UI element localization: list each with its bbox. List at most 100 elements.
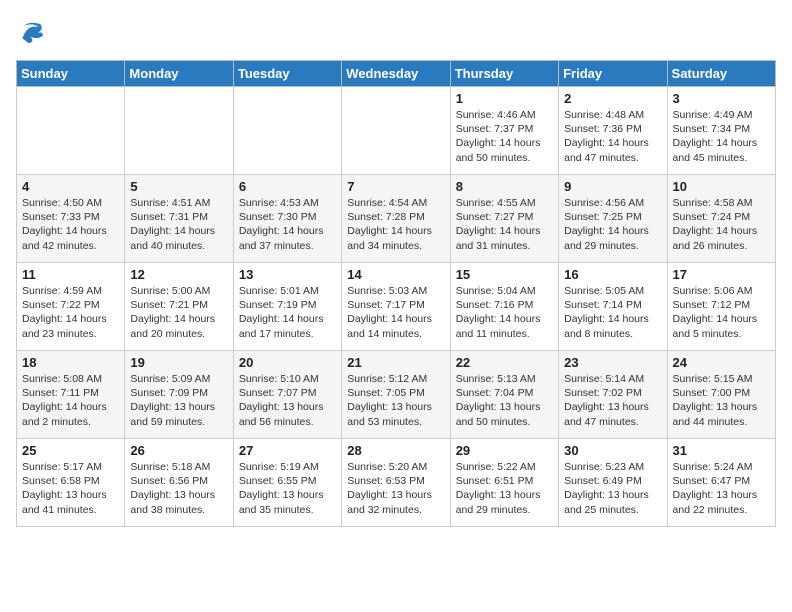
day-info: Sunrise: 5:20 AM: [347, 460, 444, 474]
calendar-day: 13Sunrise: 5:01 AMSunset: 7:19 PMDayligh…: [233, 263, 341, 351]
calendar-day: 9Sunrise: 4:56 AMSunset: 7:25 PMDaylight…: [559, 175, 667, 263]
day-number: 2: [564, 91, 661, 106]
day-info: Daylight: 14 hours and 11 minutes.: [456, 312, 553, 340]
calendar-day: 14Sunrise: 5:03 AMSunset: 7:17 PMDayligh…: [342, 263, 450, 351]
calendar-day: 16Sunrise: 5:05 AMSunset: 7:14 PMDayligh…: [559, 263, 667, 351]
calendar-day: [233, 87, 341, 175]
calendar-day: 20Sunrise: 5:10 AMSunset: 7:07 PMDayligh…: [233, 351, 341, 439]
day-info: Sunrise: 4:46 AM: [456, 108, 553, 122]
day-number: 20: [239, 355, 336, 370]
day-number: 6: [239, 179, 336, 194]
day-info: Sunrise: 5:14 AM: [564, 372, 661, 386]
day-info: Sunrise: 4:54 AM: [347, 196, 444, 210]
day-info: Sunrise: 4:49 AM: [673, 108, 770, 122]
day-info: Sunset: 7:31 PM: [130, 210, 227, 224]
day-info: Sunset: 6:55 PM: [239, 474, 336, 488]
calendar-day: 6Sunrise: 4:53 AMSunset: 7:30 PMDaylight…: [233, 175, 341, 263]
day-info: Sunset: 7:05 PM: [347, 386, 444, 400]
day-info: Sunset: 7:09 PM: [130, 386, 227, 400]
day-info: Sunset: 6:49 PM: [564, 474, 661, 488]
day-info: Sunset: 7:17 PM: [347, 298, 444, 312]
day-info: Sunset: 7:25 PM: [564, 210, 661, 224]
day-info: Sunset: 7:24 PM: [673, 210, 770, 224]
day-number: 12: [130, 267, 227, 282]
day-info: Sunrise: 5:10 AM: [239, 372, 336, 386]
weekday-sunday: Sunday: [17, 61, 125, 87]
calendar-day: 22Sunrise: 5:13 AMSunset: 7:04 PMDayligh…: [450, 351, 558, 439]
day-info: Sunrise: 5:13 AM: [456, 372, 553, 386]
day-number: 13: [239, 267, 336, 282]
day-number: 23: [564, 355, 661, 370]
day-info: Sunset: 7:27 PM: [456, 210, 553, 224]
day-number: 5: [130, 179, 227, 194]
day-info: Sunrise: 4:56 AM: [564, 196, 661, 210]
day-info: Sunrise: 4:51 AM: [130, 196, 227, 210]
day-info: Sunset: 7:28 PM: [347, 210, 444, 224]
calendar-day: 18Sunrise: 5:08 AMSunset: 7:11 PMDayligh…: [17, 351, 125, 439]
day-info: Sunset: 6:56 PM: [130, 474, 227, 488]
day-number: 9: [564, 179, 661, 194]
day-info: Sunset: 7:04 PM: [456, 386, 553, 400]
day-number: 28: [347, 443, 444, 458]
day-info: Daylight: 13 hours and 47 minutes.: [564, 400, 661, 428]
day-info: Daylight: 14 hours and 14 minutes.: [347, 312, 444, 340]
day-info: Sunrise: 4:48 AM: [564, 108, 661, 122]
day-info: Sunrise: 5:24 AM: [673, 460, 770, 474]
day-info: Daylight: 13 hours and 22 minutes.: [673, 488, 770, 516]
day-info: Daylight: 14 hours and 42 minutes.: [22, 224, 119, 252]
day-info: Sunrise: 5:22 AM: [456, 460, 553, 474]
calendar-day: 5Sunrise: 4:51 AMSunset: 7:31 PMDaylight…: [125, 175, 233, 263]
calendar-week-5: 25 Sunrise: 5:17 AMSunset: 6:58 PM Dayligh…: [17, 439, 776, 527]
day-info: Sunset: 7:22 PM: [22, 298, 119, 312]
calendar-table: SundayMondayTuesdayWednesdayThursdayFrid…: [16, 60, 776, 527]
day-info: Daylight: 14 hours and 31 minutes.: [456, 224, 553, 252]
weekday-wednesday: Wednesday: [342, 61, 450, 87]
day-info: Sunrise: 5:18 AM: [130, 460, 227, 474]
calendar-day: 2Sunrise: 4:48 AMSunset: 7:36 PMDaylight…: [559, 87, 667, 175]
day-info: Daylight: 13 hours and 35 minutes.: [239, 488, 336, 516]
day-number: 7: [347, 179, 444, 194]
day-number: 8: [456, 179, 553, 194]
calendar-day: 25Sunrise: 5:17 AMSunset: 6:58 PMDayligh…: [17, 439, 125, 527]
day-info: Sunrise: 5:06 AM: [673, 284, 770, 298]
day-info: Sunset: 7:11 PM: [22, 386, 119, 400]
day-info: Sunrise: 5:17 AM: [22, 460, 119, 474]
day-info: Sunset: 7:19 PM: [239, 298, 336, 312]
calendar-day: 31Sunrise: 5:24 AMSunset: 6:47 PMDayligh…: [667, 439, 775, 527]
calendar-day: 3Sunrise: 4:49 AMSunset: 7:34 PMDaylight…: [667, 87, 775, 175]
day-number: 25: [22, 443, 119, 458]
day-info: Daylight: 14 hours and 45 minutes.: [673, 136, 770, 164]
day-info: Sunrise: 4:53 AM: [239, 196, 336, 210]
day-info: Daylight: 14 hours and 8 minutes.: [564, 312, 661, 340]
day-info: Sunset: 7:34 PM: [673, 122, 770, 136]
day-info: Sunrise: 4:59 AM: [22, 284, 119, 298]
weekday-monday: Monday: [125, 61, 233, 87]
day-number: 17: [673, 267, 770, 282]
calendar-day: 23Sunrise: 5:14 AMSunset: 7:02 PMDayligh…: [559, 351, 667, 439]
weekday-friday: Friday: [559, 61, 667, 87]
day-info: Daylight: 14 hours and 26 minutes.: [673, 224, 770, 252]
day-info: Sunset: 6:58 PM: [22, 474, 119, 488]
calendar-day: 4Sunrise: 4:50 AMSunset: 7:33 PMDaylight…: [17, 175, 125, 263]
day-number: 14: [347, 267, 444, 282]
calendar-day: 1Sunrise: 4:46 AMSunset: 7:37 PMDaylight…: [450, 87, 558, 175]
day-info: Sunrise: 5:00 AM: [130, 284, 227, 298]
day-number: 24: [673, 355, 770, 370]
day-info: Sunrise: 5:08 AM: [22, 372, 119, 386]
day-info: Sunrise: 4:58 AM: [673, 196, 770, 210]
day-info: Daylight: 13 hours and 56 minutes.: [239, 400, 336, 428]
day-info: Sunset: 7:36 PM: [564, 122, 661, 136]
day-number: 16: [564, 267, 661, 282]
day-info: Sunset: 7:33 PM: [22, 210, 119, 224]
day-info: Sunset: 7:16 PM: [456, 298, 553, 312]
day-info: Sunset: 7:12 PM: [673, 298, 770, 312]
day-info: Sunrise: 5:01 AM: [239, 284, 336, 298]
day-info: Daylight: 14 hours and 2 minutes.: [22, 400, 119, 428]
day-info: Sunset: 7:30 PM: [239, 210, 336, 224]
day-info: Daylight: 13 hours and 50 minutes.: [456, 400, 553, 428]
day-number: 15: [456, 267, 553, 282]
day-number: 11: [22, 267, 119, 282]
weekday-saturday: Saturday: [667, 61, 775, 87]
day-info: Daylight: 13 hours and 29 minutes.: [456, 488, 553, 516]
calendar-day: 19Sunrise: 5:09 AMSunset: 7:09 PMDayligh…: [125, 351, 233, 439]
